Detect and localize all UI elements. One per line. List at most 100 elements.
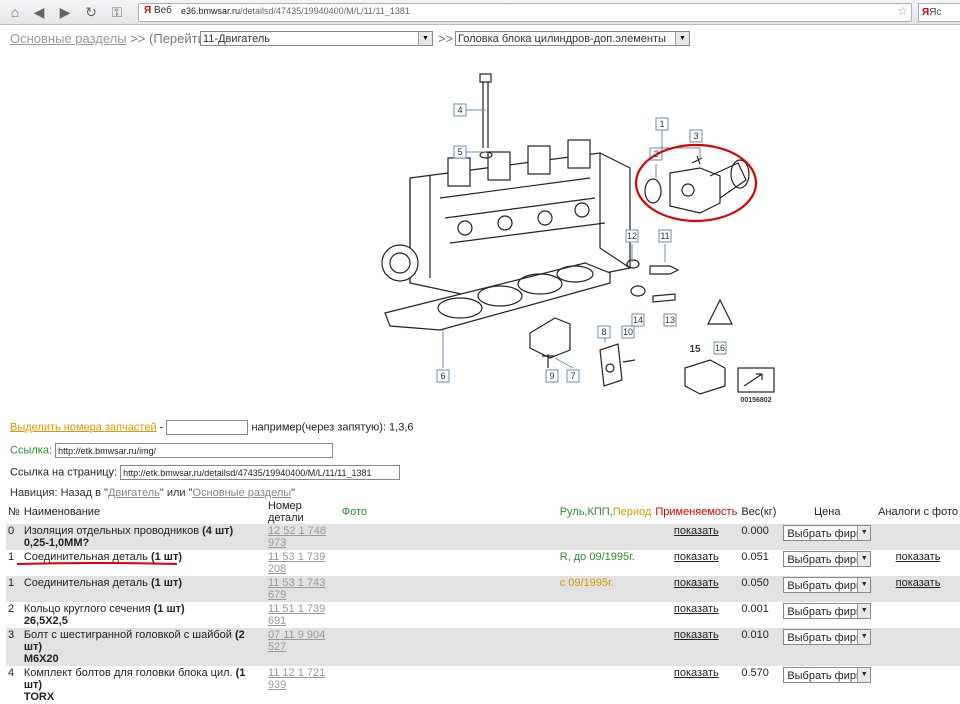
reload-icon[interactable]: ↻ [82,3,100,21]
bookmark-star-icon[interactable]: ☆ [897,4,908,18]
nav-engine-link[interactable]: Двигатель [108,487,160,499]
group-select[interactable]: 11-Двигатель ▼ [200,31,433,46]
svg-text:16: 16 [715,343,725,353]
row-price[interactable]: Выбрать фирму ▼ [778,602,876,628]
highlight-input[interactable] [166,420,249,435]
row-analogs[interactable]: показать [876,550,960,576]
row-rul [557,628,654,666]
row-num: 0 [6,524,22,550]
parts-diagram: 1 2 3 4 5 6 7 8 9 10 11 12 13 14 15 16 0… [381,73,775,404]
table-row: 2 Кольцо круглого сечения (1 шт) 26,5X2,5 1… [6,602,960,628]
page-link-field[interactable]: http://etk.bmwsar.ru/detailsd/47435/1994… [120,465,401,480]
callout-10[interactable]: 10 [621,325,635,339]
chevron-down-icon: ▼ [675,32,689,45]
callout-3[interactable]: 3 [689,129,703,143]
breadcrumb: Основные разделы >> (Перейти) [10,31,209,46]
firm-select: Выбрать фирму ▼ [783,525,872,541]
row-part-number[interactable]: 11 53 1 743 679 [265,576,340,602]
callout-8[interactable]: 8 [597,325,611,339]
svg-text:8: 8 [601,327,606,337]
table-row: 1 Соединительная деталь (1 шт) 11 53 1 743… [6,576,960,602]
svg-text:15: 15 [689,344,701,355]
chevron-down-icon: ▼ [857,526,871,540]
subgroup-select[interactable]: Головка блока цилиндров-доп.элементы ▼ [455,31,690,46]
key-icon[interactable]: ⚿ [108,3,126,21]
col-price: Цена [814,506,841,518]
row-num: 4 [8,667,15,679]
home-icon[interactable]: ⌂ [6,3,24,21]
row-part-number[interactable]: 07 11 9 904 527 [265,628,340,666]
row-analogs[interactable] [876,602,960,628]
nav-sections-link[interactable]: Основные разделы [193,487,292,499]
svg-text:3: 3 [693,131,698,141]
link-field[interactable]: http://etk.bmwsar.ru/img/ [55,443,334,458]
callout-15[interactable]: 15 [689,344,701,355]
col-photo: Фото [341,506,368,518]
nav-prefix: Навиция: Назад в " [10,487,108,499]
callout-13[interactable]: 13 [663,313,677,327]
svg-text:10: 10 [623,327,633,337]
row-analogs[interactable] [876,524,960,550]
firm-select: Выбрать фирму ▼ [783,667,872,683]
row-apply[interactable]: показать [653,576,740,602]
row-photo [339,576,558,602]
callout-4[interactable]: 4 [453,103,467,117]
row-apply[interactable]: показать [653,550,739,576]
nav-mid: " или " [159,487,193,499]
svg-text:4: 4 [457,105,462,115]
row-name: Кольцо круглого сечения (1 шт) 26,5X2,5 [23,603,185,627]
forward-icon[interactable]: ▶ [56,3,74,21]
callout-9[interactable]: 9 [545,369,559,383]
svg-text:12: 12 [627,231,637,241]
row-name: Болт с шестигранной головкой с шайбой (2… [21,628,266,666]
back-icon[interactable]: ◀ [30,3,48,21]
callout-12[interactable]: 12 [625,229,639,243]
row-apply[interactable]: показать [653,602,739,628]
navigation-line: Навиция: Назад в "Двигатель" или "Основн… [10,487,295,499]
row-apply[interactable]: показать [653,628,740,666]
row-weight: 0.051 [741,551,769,563]
callout-11[interactable]: 11 [658,229,672,243]
image-number: 00156802 [740,397,771,404]
search-box[interactable]: ЯЯс [918,3,960,22]
row-price[interactable]: Выбрать фирму ▼ [778,628,877,666]
row-weight: 0.001 [741,603,769,615]
col-num: № [8,506,20,518]
row-price[interactable]: Выбрать фирму ▼ [778,576,877,602]
row-weight: 0.010 [739,628,779,666]
svg-text:1: 1 [659,119,664,129]
highlight-example: например(через запятую): 1,3,6 [251,421,414,434]
address-text: e36.bmwsar.ru/detailsd/47435/19940400/M/… [181,6,410,16]
row-apply[interactable]: показать [653,524,740,550]
row-part-number[interactable]: 12 52 1 748 973 [265,524,340,550]
row-rul [558,602,654,628]
row-part-number[interactable]: 11 53 1 739 208 [266,550,340,576]
callout-5[interactable]: 5 [453,145,467,159]
breadcrumb-separator: >> [130,31,146,46]
callout-16[interactable]: 16 [713,341,727,355]
col-analogs: Аналоги с фото [878,506,958,518]
row-price[interactable]: Выбрать фирму ▼ [778,550,876,576]
row-photo [339,628,558,666]
row-price[interactable]: Выбрать фирму ▼ [778,666,876,704]
row-analogs[interactable] [876,666,960,704]
callout-1[interactable]: 1 [655,117,669,131]
row-part-number[interactable]: 11 51 1 739 691 [266,602,340,628]
table-header: № Наименование Номер детали Фото Руль,КП… [6,500,960,524]
row-part-number[interactable]: 11 12 1 721 939 [266,666,340,704]
sections-link[interactable]: Основные разделы [10,31,127,46]
address-bar[interactable]: Я Веб e36.bmwsar.ru/detailsd/47435/19940… [138,3,912,22]
callout-7[interactable]: 7 [566,369,580,383]
highlight-row: Выделить номера запчастей - например(чер… [10,420,414,435]
callout-6[interactable]: 6 [436,369,450,383]
row-num: 3 [6,628,22,666]
callout-14[interactable]: 14 [631,313,645,327]
row-photo [340,666,558,704]
row-price[interactable]: Выбрать фирму ▼ [778,524,877,550]
row-apply[interactable]: показать [653,666,739,704]
link-label: Ссылка: [10,444,52,457]
row-analogs[interactable]: показать [876,576,960,602]
firm-select: Выбрать фирму ▼ [783,577,872,593]
row-analogs[interactable] [876,628,960,666]
highlight-parts-link[interactable]: Выделить номера запчастей [10,421,157,433]
